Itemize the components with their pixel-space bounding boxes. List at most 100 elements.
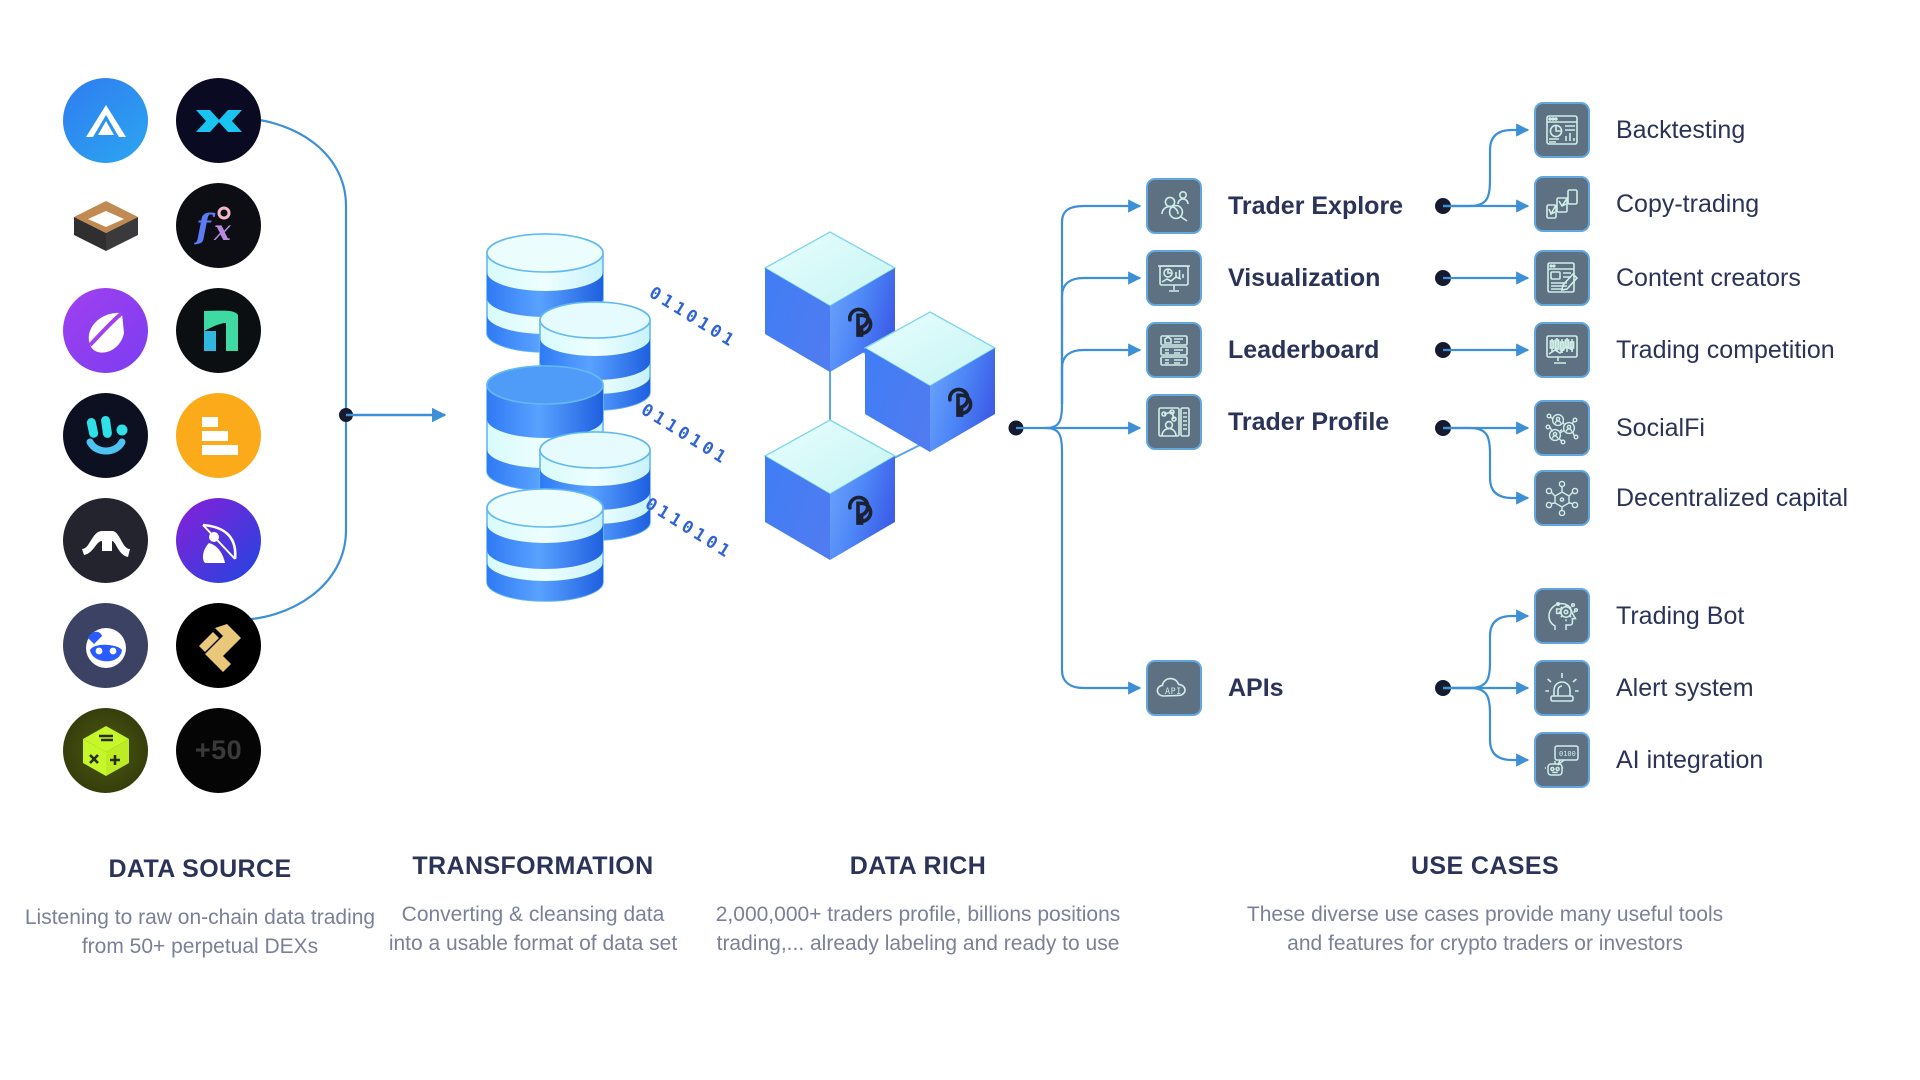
logo-row	[63, 603, 273, 688]
usecase-tile-ai-integration[interactable]: 0100	[1534, 732, 1590, 788]
usecase-label-alert-system: Alert system	[1616, 674, 1754, 702]
product-tile-trader-explore[interactable]	[1146, 178, 1202, 234]
usecase-label-decentralized-capital: Decentralized capital	[1616, 484, 1849, 512]
usecase-label-content-creators: Content creators	[1616, 264, 1801, 292]
product-label-visualization: Visualization	[1228, 264, 1381, 292]
usecase-label-trading-competition: Trading competition	[1616, 336, 1835, 364]
usecase-connectors	[1435, 123, 1530, 767]
ranking-list-icon	[1160, 335, 1188, 366]
api-cloud-icon: API	[1156, 677, 1186, 697]
dex-logo-9[interactable]	[63, 498, 148, 583]
dex-logo-3[interactable]	[63, 183, 148, 268]
caption-text: 2,000,000+ traders profile, billions pos…	[715, 903, 1121, 955]
usecase-tile-alert-system[interactable]	[1534, 660, 1590, 716]
product-label-leaderboard: Leaderboard	[1228, 336, 1380, 364]
more-count-label: +50	[194, 735, 243, 765]
caption-data-rich: DATA RICH 2,000,000+ traders profile, bi…	[708, 852, 1128, 959]
caption-text: Converting & cleansing data into a usabl…	[388, 903, 678, 955]
svg-text:f: f	[194, 207, 216, 247]
social-network-icon	[1545, 413, 1579, 445]
usecase-tile-copy-trading[interactable]	[1534, 176, 1590, 232]
dex-logo-10[interactable]	[176, 498, 261, 583]
dex-logo-14[interactable]: +50	[176, 708, 261, 793]
product-tile-leaderboard[interactable]	[1146, 322, 1202, 378]
data-source-logo-grid: f x +50	[63, 78, 273, 813]
binary-string-1: 0110101	[645, 283, 741, 353]
usecase-label-copy-trading: Copy-trading	[1616, 190, 1760, 218]
dex-logo-5[interactable]	[63, 288, 148, 373]
caption-use-cases: USE CASES These diverse use cases provid…	[1230, 852, 1740, 959]
growth-boxes-icon	[1546, 189, 1578, 219]
product-tile-apis[interactable]: API	[1146, 660, 1202, 716]
logo-row	[63, 78, 273, 163]
dex-logo-7[interactable]	[63, 393, 148, 478]
products-fanout	[1008, 199, 1142, 695]
caption-text: Listening to raw on-chain data trading f…	[24, 906, 376, 958]
infographic-canvas: 0110101 0110101 0110101 f x +50 Trader E…	[0, 0, 1920, 1080]
caption-title: DATA SOURCE	[108, 855, 292, 883]
green-arrow-mark-icon	[203, 310, 238, 351]
product-tile-visualization[interactable]	[1146, 250, 1202, 306]
usecase-label-backtesting: Backtesting	[1616, 116, 1746, 144]
dex-logo-4[interactable]: f x	[176, 183, 261, 268]
usecase-tile-content-creators[interactable]	[1534, 250, 1590, 306]
blue-blob-face-mark-icon	[85, 627, 126, 668]
zigzag-wave-mark-icon	[81, 530, 130, 557]
logo-row	[63, 288, 273, 373]
ai-head-gear-icon	[1548, 601, 1579, 630]
product-label-apis: APIs	[1228, 674, 1284, 702]
decentralized-node-icon	[1545, 480, 1579, 516]
archer-bow-mark-icon	[201, 523, 236, 563]
triangle-a-mark-icon	[85, 104, 126, 137]
fx-script-mark-icon: f x	[194, 206, 231, 247]
svg-text:0100: 0100	[1559, 750, 1576, 758]
candlestick-monitor-icon	[1546, 335, 1578, 364]
green-cube-mark-icon	[82, 725, 129, 776]
dex-logo-12[interactable]	[176, 603, 261, 688]
logo-row	[63, 393, 273, 478]
dex-logo-2[interactable]	[176, 78, 261, 163]
usecase-label-trading-bot: Trading Bot	[1616, 602, 1745, 630]
robot-chat-icon: 0100	[1544, 745, 1579, 776]
dashboard-report-icon	[1546, 115, 1578, 145]
caption-title: DATA RICH	[849, 852, 987, 880]
caption-title: USE CASES	[1410, 852, 1560, 880]
logo-row: +50	[63, 708, 273, 793]
usecase-label-ai-integration: AI integration	[1616, 746, 1764, 774]
smiley-face-mark-icon	[86, 415, 127, 454]
logo-row: f x	[63, 183, 273, 268]
product-label-trader-profile: Trader Profile	[1228, 408, 1390, 436]
caption-title: TRANSFORMATION	[412, 852, 654, 880]
usecase-tile-decentralized-capital[interactable]	[1534, 470, 1590, 526]
usecase-tile-trading-bot[interactable]	[1534, 588, 1590, 644]
svg-text:API: API	[1165, 686, 1182, 696]
orange-bars-mark-icon	[201, 416, 238, 455]
dex-logo-8[interactable]	[176, 393, 261, 478]
planet-orbit-mark-icon	[88, 310, 124, 353]
binary-string-3: 0110101	[641, 494, 737, 564]
dex-logo-13[interactable]	[63, 708, 148, 793]
dex-logo-1[interactable]	[63, 78, 148, 163]
caption-text: These diverse use cases provide many use…	[1246, 903, 1724, 955]
database-stack	[486, 233, 651, 602]
usecase-tile-socialfi[interactable]	[1534, 400, 1590, 456]
usecase-tile-backtesting[interactable]	[1534, 102, 1590, 158]
dex-logo-11[interactable]	[63, 603, 148, 688]
siren-alert-icon	[1545, 673, 1579, 702]
product-label-trader-explore: Trader Explore	[1228, 192, 1404, 220]
usecase-label-socialfi: SocialFi	[1616, 414, 1705, 442]
caption-transformation: TRANSFORMATION Converting & cleansing da…	[388, 852, 678, 959]
binary-string-2: 0110101	[637, 400, 733, 470]
data-cubes	[763, 231, 997, 560]
usecase-tile-trading-competition[interactable]	[1534, 322, 1590, 378]
gold-s-mark-icon	[198, 623, 241, 672]
product-tile-trader-profile[interactable]	[1146, 394, 1202, 450]
article-pencil-icon	[1547, 262, 1579, 293]
open-box-mark-icon	[73, 200, 138, 251]
chart-board-icon	[1158, 265, 1190, 292]
logo-row	[63, 498, 273, 583]
profile-card-icon	[1158, 407, 1190, 437]
crossed-arrows-mark-icon	[195, 109, 242, 132]
trader-search-icon	[1161, 190, 1189, 222]
dex-logo-6[interactable]	[176, 288, 261, 373]
